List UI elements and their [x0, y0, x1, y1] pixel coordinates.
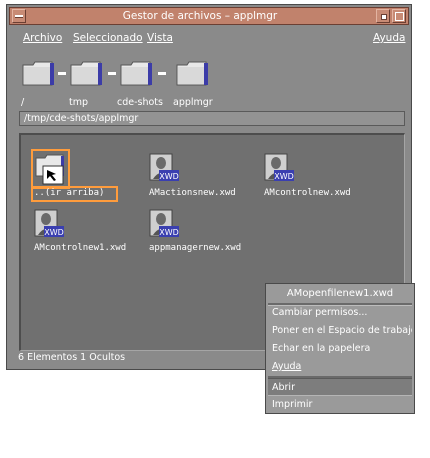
- xwd-badge: XWD: [274, 172, 294, 181]
- folder-up-icon[interactable]: [34, 152, 67, 186]
- menu-vista[interactable]: Vista: [147, 32, 173, 44]
- xwd-image-icon[interactable]: XWD: [34, 209, 64, 241]
- folder-icon[interactable]: [175, 59, 209, 87]
- xwd-image-icon[interactable]: XWD: [149, 153, 179, 185]
- xwd-badge: XWD: [159, 172, 179, 181]
- context-menu: AMopenfilenew1.xwd Cambiar permisos... P…: [265, 283, 415, 414]
- menu-bar: Archivo Seleccionado Vista Ayuda: [9, 26, 409, 48]
- path-separator: [58, 72, 66, 75]
- window-menu-button[interactable]: [12, 9, 26, 23]
- xwd-badge: XWD: [44, 228, 64, 237]
- path-label-tmp[interactable]: tmp: [69, 97, 88, 108]
- minimize-icon: [381, 14, 387, 20]
- path-label-root[interactable]: /: [21, 97, 24, 108]
- file-label-amactionsnew[interactable]: AMactionsnew.xwd: [149, 188, 236, 198]
- menu-item-help[interactable]: Ayuda: [268, 358, 412, 376]
- file-label-go-up[interactable]: ..(ir arriba): [34, 188, 104, 198]
- xwd-badge: XWD: [159, 228, 179, 237]
- path-label-cde-shots[interactable]: cde-shots: [117, 97, 163, 108]
- menu-item-move-to-trash[interactable]: Echar en la papelera: [268, 340, 412, 358]
- menu-item-put-in-workspace[interactable]: Poner en el Espacio de trabajo: [268, 322, 412, 340]
- folder-icon[interactable]: [69, 59, 103, 87]
- menu-seleccionado[interactable]: Seleccionado: [73, 32, 143, 44]
- path-label-applmgr[interactable]: applmgr: [173, 97, 213, 108]
- menu-item-open[interactable]: Abrir: [268, 378, 412, 396]
- path-separator: [158, 72, 166, 75]
- minimize-button[interactable]: [376, 9, 390, 23]
- xwd-image-icon[interactable]: XWD: [149, 209, 179, 241]
- file-label-amcontrolnew1[interactable]: AMcontrolnew1.xwd: [34, 243, 126, 253]
- maximize-icon: [395, 12, 404, 21]
- file-label-appmanagernew[interactable]: appmanagernew.xwd: [149, 243, 241, 253]
- path-separator: [108, 72, 116, 75]
- menu-item-change-permissions[interactable]: Cambiar permisos...: [268, 304, 412, 322]
- folder-icon[interactable]: [119, 59, 153, 87]
- xwd-image-icon[interactable]: XWD: [264, 153, 294, 185]
- menu-archivo[interactable]: Archivo: [23, 32, 62, 44]
- path-input[interactable]: /tmp/cde-shots/applmgr: [19, 111, 405, 126]
- menu-item-print[interactable]: Imprimir: [268, 396, 412, 414]
- window-menu-icon: [15, 15, 23, 18]
- window-title: Gestor de archivos – applmgr: [122, 10, 278, 22]
- menu-ayuda[interactable]: Ayuda: [373, 32, 405, 44]
- path-icon-bar: / tmp cde-shots applmgr: [9, 49, 409, 111]
- title-bar[interactable]: Gestor de archivos – applmgr: [9, 7, 409, 25]
- folder-icon[interactable]: [21, 59, 55, 87]
- context-menu-title: AMopenfilenew1.xwd: [286, 288, 394, 299]
- maximize-button[interactable]: [392, 9, 406, 23]
- file-label-amcontrolnew[interactable]: AMcontrolnew.xwd: [264, 188, 351, 198]
